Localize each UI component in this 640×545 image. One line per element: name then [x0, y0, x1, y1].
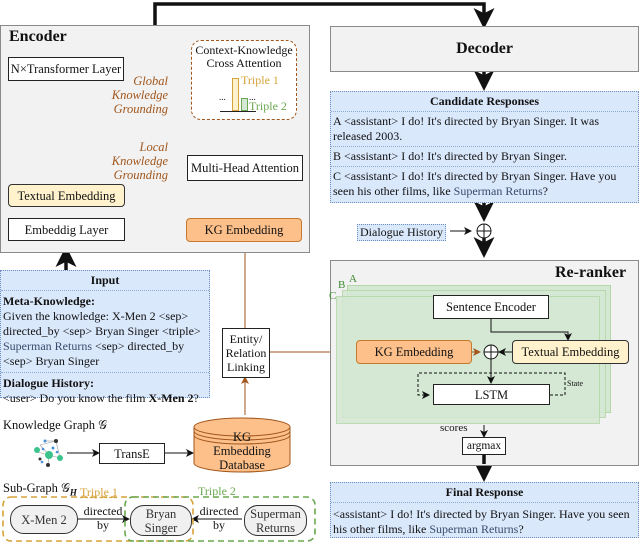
meta-knowledge-section: Meta-Knowledge: Given the knowledge: X-M…	[1, 290, 209, 372]
kg-database-label: KG Embedding Database	[213, 430, 271, 472]
state-label: State	[567, 379, 583, 388]
knowledge-graph-label: Knowledge Graph 𝒢	[3, 418, 108, 432]
node-superman-returns: Superman Returns	[244, 505, 307, 536]
scores-label: scores	[440, 422, 468, 434]
dialogue-history-section: Dialogue History: <user> Do you know the…	[1, 372, 209, 409]
final-response-panel: Final Response <assistant> I do! It's di…	[330, 482, 639, 538]
dialogue-history-title: Dialogue History:	[3, 376, 94, 390]
sentence-encoder-box: Sentence Encoder	[433, 295, 549, 319]
edge2-label: directed by	[199, 504, 239, 532]
final-response-text: <assistant> I do! It's directed by Bryan…	[331, 502, 638, 541]
meta-knowledge-title: Meta-Knowledge:	[3, 294, 95, 308]
input-title: Input	[90, 273, 120, 287]
node-x-men-2: X-Men 2	[10, 505, 78, 534]
node-bryan-singer: Bryan Singer	[130, 505, 192, 536]
reranker-kg-embedding-box: KG Embedding	[356, 340, 472, 364]
reranker-textual-embedding-box: Textual Embedding	[512, 340, 629, 364]
subgraph-label: Sub-Graph 𝒢H	[3, 481, 77, 498]
final-response-title: Final Response	[445, 485, 524, 499]
lstm-box: LSTM	[433, 384, 550, 405]
argmax-box: argmax	[462, 437, 506, 455]
triple1-group-label: Triple 1	[80, 485, 118, 499]
triple2-group-label: Triple 2	[198, 484, 236, 498]
transe-box: TransE	[99, 443, 165, 464]
entity-relation-linking-box: Entity/ Relation Linking	[222, 328, 270, 378]
input-panel: Input Meta-Knowledge: Given the knowledg…	[0, 270, 210, 405]
edge1-label: directed by	[83, 504, 123, 532]
